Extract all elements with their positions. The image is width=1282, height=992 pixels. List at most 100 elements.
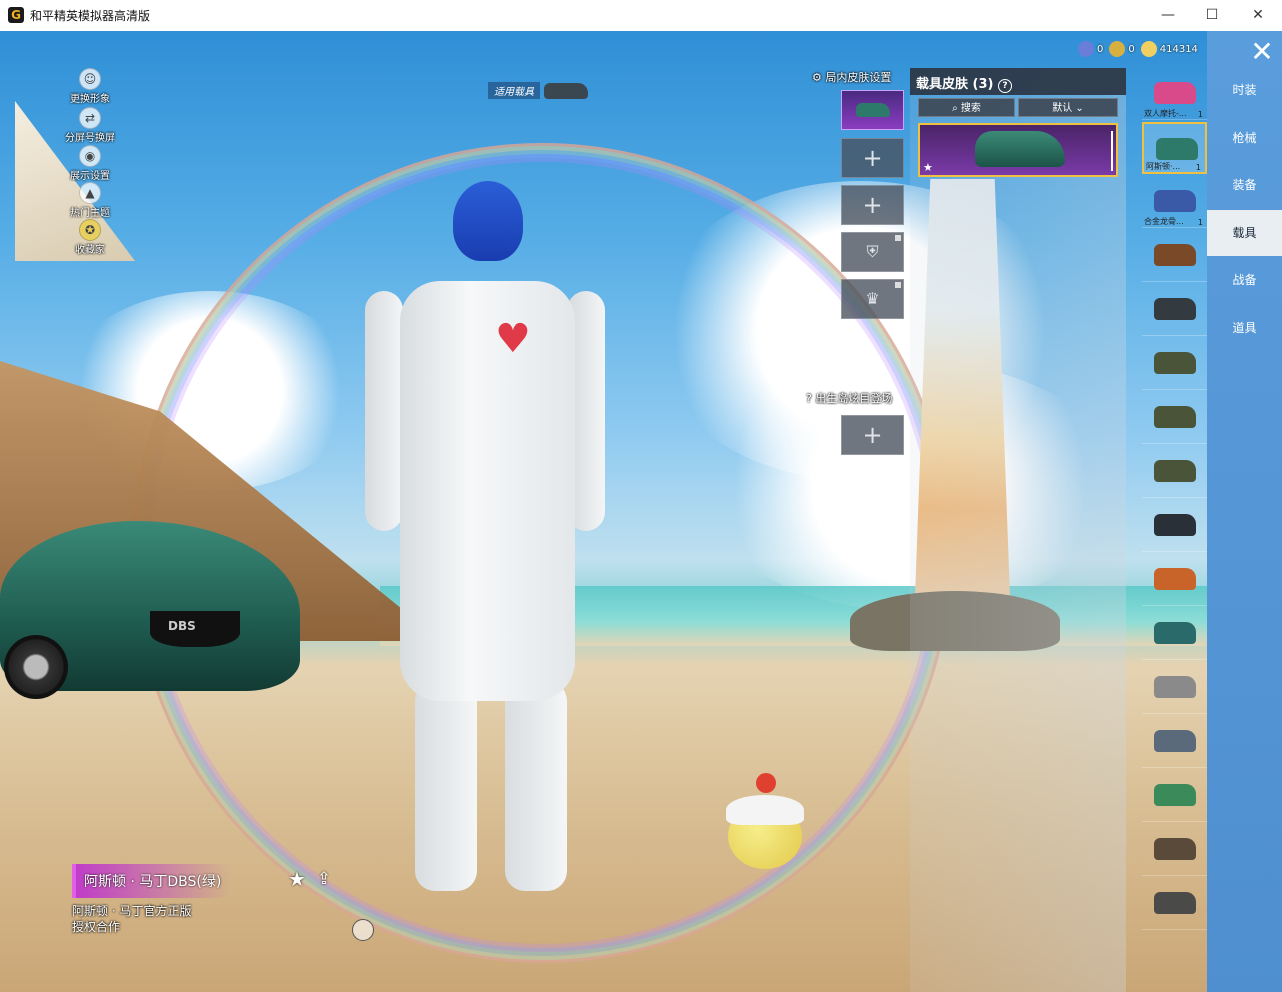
vehicle-list-item[interactable]: 合金龙骨... 1 bbox=[1142, 176, 1207, 228]
change-appearance-button[interactable]: ☺ 更换形象 bbox=[60, 68, 120, 105]
help-icon[interactable]: ? bbox=[998, 79, 1012, 93]
motorcycle-icon bbox=[1154, 82, 1196, 104]
license-text: 阿斯顿 · 马丁官方正版 授权合作 bbox=[72, 903, 191, 935]
crown-icon: ♛ bbox=[865, 289, 880, 308]
pet-chick[interactable] bbox=[722, 773, 806, 873]
game-viewport[interactable]: DBS ♥ ☺ 更换形象 ⇄ 分屏号换屏 ◉ 展示设置 ▲ 热门主题 ✪ 收藏家… bbox=[0, 31, 1282, 992]
gold-coin-value: 414314 bbox=[1159, 43, 1198, 55]
tab-equipment[interactable]: 装备 bbox=[1207, 162, 1282, 208]
apply-vehicle-label: 适用载具 bbox=[488, 82, 540, 99]
tab-fashion[interactable]: 时装 bbox=[1207, 67, 1282, 113]
currency-bar: 0 0 414314 bbox=[1072, 38, 1198, 60]
vehicle-list-item-selected[interactable]: 阿斯顿·... 1 bbox=[1142, 122, 1207, 174]
vehicle-list-item[interactable] bbox=[1142, 392, 1207, 444]
vehicle-skin-panel: 载具皮肤 (3) ? ⌕ 搜索 默认 ⌄ ★ bbox=[910, 68, 1126, 992]
hot-theme-button[interactable]: ▲ 热门主题 bbox=[60, 182, 120, 219]
skin-search-button[interactable]: ⌕ 搜索 bbox=[918, 98, 1015, 117]
minimize-button[interactable]: — bbox=[1145, 0, 1191, 31]
collector-label: 收藏家 bbox=[75, 245, 105, 256]
jeep-icon bbox=[1154, 406, 1196, 428]
skin-slot-5-locked[interactable]: ♛ bbox=[841, 279, 904, 319]
vehicle-list-item[interactable] bbox=[1142, 500, 1207, 552]
close-icon[interactable]: ✕ bbox=[1247, 37, 1277, 67]
skin-slot-3[interactable]: + bbox=[841, 185, 904, 225]
tab-weapons[interactable]: 枪械 bbox=[1207, 115, 1282, 161]
favorite-star-icon[interactable]: ★ bbox=[285, 867, 309, 891]
vehicle-list-item[interactable] bbox=[1142, 446, 1207, 498]
skin-card[interactable]: ★ bbox=[918, 123, 1118, 177]
sedan-icon bbox=[1154, 676, 1196, 698]
close-window-button[interactable]: ✕ bbox=[1235, 0, 1281, 31]
vehicle-list-item[interactable]: 双人摩托-... 1 bbox=[1142, 68, 1207, 120]
vehicle-list-item[interactable] bbox=[1142, 338, 1207, 390]
vehicle-list-item[interactable] bbox=[1142, 824, 1207, 876]
vehicle-skin-thumbnail bbox=[856, 103, 890, 117]
skin-panel-header: 载具皮肤 (3) ? bbox=[910, 68, 1126, 95]
apply-vehicle-tag[interactable]: 适用载具 bbox=[488, 82, 588, 99]
lock-icon bbox=[895, 282, 901, 288]
star-icon: ★ bbox=[923, 161, 933, 174]
vehicle-list-item[interactable] bbox=[1142, 662, 1207, 714]
character-left-arm bbox=[365, 291, 403, 531]
split-screen-button[interactable]: ⇄ 分屏号换屏 bbox=[60, 107, 120, 144]
premium-coin-value: 0 bbox=[1097, 43, 1104, 55]
tab-items[interactable]: 道具 bbox=[1207, 305, 1282, 351]
window-titlebar: G 和平精英模拟器高清版 — ☐ ✕ bbox=[0, 0, 1282, 32]
character-right-leg bbox=[505, 681, 567, 891]
skin-sort-label: 默认 bbox=[1052, 103, 1073, 114]
tab-combat-gear[interactable]: 战备 bbox=[1207, 257, 1282, 303]
van-icon bbox=[1154, 784, 1196, 806]
fire-icon: ▲ bbox=[79, 182, 101, 204]
plus-icon: + bbox=[862, 421, 883, 449]
vehicle-name-banner: 阿斯顿 · 马丁DBS(绿) bbox=[72, 864, 232, 898]
collector-button[interactable]: ✪ 收藏家 bbox=[60, 219, 120, 256]
vehicle-list-item[interactable] bbox=[1142, 878, 1207, 930]
skin-slot-1[interactable] bbox=[841, 90, 904, 130]
sedan-icon bbox=[1154, 622, 1196, 644]
license-line-1: 阿斯顿 · 马丁官方正版 bbox=[72, 904, 192, 918]
vehicle-thumbnail-icon bbox=[544, 82, 588, 99]
vehicle-list-item[interactable] bbox=[1142, 770, 1207, 822]
jeep-icon bbox=[1154, 352, 1196, 374]
plus-icon: + bbox=[862, 191, 883, 219]
birth-island-slot[interactable]: + bbox=[841, 415, 904, 455]
vehicle-list-item[interactable] bbox=[1142, 608, 1207, 660]
jeep-icon bbox=[1154, 460, 1196, 482]
character-left-leg bbox=[415, 681, 477, 891]
skin-slot-4-locked[interactable]: ⛨ bbox=[841, 232, 904, 272]
tab-vehicles[interactable]: 载具 bbox=[1207, 210, 1282, 256]
skin-slot-2[interactable]: + bbox=[841, 138, 904, 178]
help-icon: ? bbox=[806, 392, 816, 405]
app-icon: G bbox=[8, 7, 24, 23]
vehicle-list-item[interactable] bbox=[1142, 284, 1207, 336]
in-match-skin-settings-label: 局内皮肤设置 bbox=[825, 71, 892, 84]
lock-icon bbox=[895, 235, 901, 241]
a-coin-icon bbox=[1109, 41, 1126, 57]
rotate-view-icon[interactable] bbox=[352, 919, 374, 941]
hot-theme-label: 热门主题 bbox=[70, 208, 110, 219]
vehicle-list-item[interactable] bbox=[1142, 230, 1207, 282]
monster-truck-icon bbox=[1154, 514, 1196, 536]
eye-icon: ◉ bbox=[79, 145, 101, 167]
split-screen-icon: ⇄ bbox=[79, 107, 101, 129]
share-icon[interactable]: ⇪ bbox=[313, 869, 335, 889]
plus-icon: + bbox=[862, 144, 883, 172]
collector-badge-icon: ✪ bbox=[79, 219, 101, 241]
heart-icon: ♥ bbox=[495, 316, 531, 362]
avatar-icon: ☺ bbox=[79, 68, 101, 90]
license-line-2: 授权合作 bbox=[72, 920, 121, 934]
birth-island-entrance-title[interactable]: ? 出生岛炫目登场 bbox=[806, 390, 892, 406]
maximize-button[interactable]: ☐ bbox=[1189, 0, 1235, 31]
pickup-truck-icon bbox=[1154, 838, 1196, 860]
display-settings-button[interactable]: ◉ 展示设置 bbox=[60, 145, 120, 182]
in-match-skin-settings-title[interactable]: ⚙ 局内皮肤设置 bbox=[812, 69, 891, 85]
character-model[interactable]: ♥ bbox=[355, 181, 615, 901]
category-sidebar: ✕ 时装 枪械 装备 载具 战备 道具 bbox=[1207, 31, 1282, 992]
a-coin-value: 0 bbox=[1128, 43, 1135, 55]
vehicle-list-item[interactable] bbox=[1142, 554, 1207, 606]
coupe-icon bbox=[1154, 730, 1196, 752]
equipped-indicator bbox=[1111, 131, 1113, 171]
vehicle-list-item[interactable] bbox=[1142, 716, 1207, 768]
skin-sort-dropdown[interactable]: 默认 ⌄ bbox=[1018, 98, 1118, 117]
car-wheel bbox=[4, 635, 68, 699]
